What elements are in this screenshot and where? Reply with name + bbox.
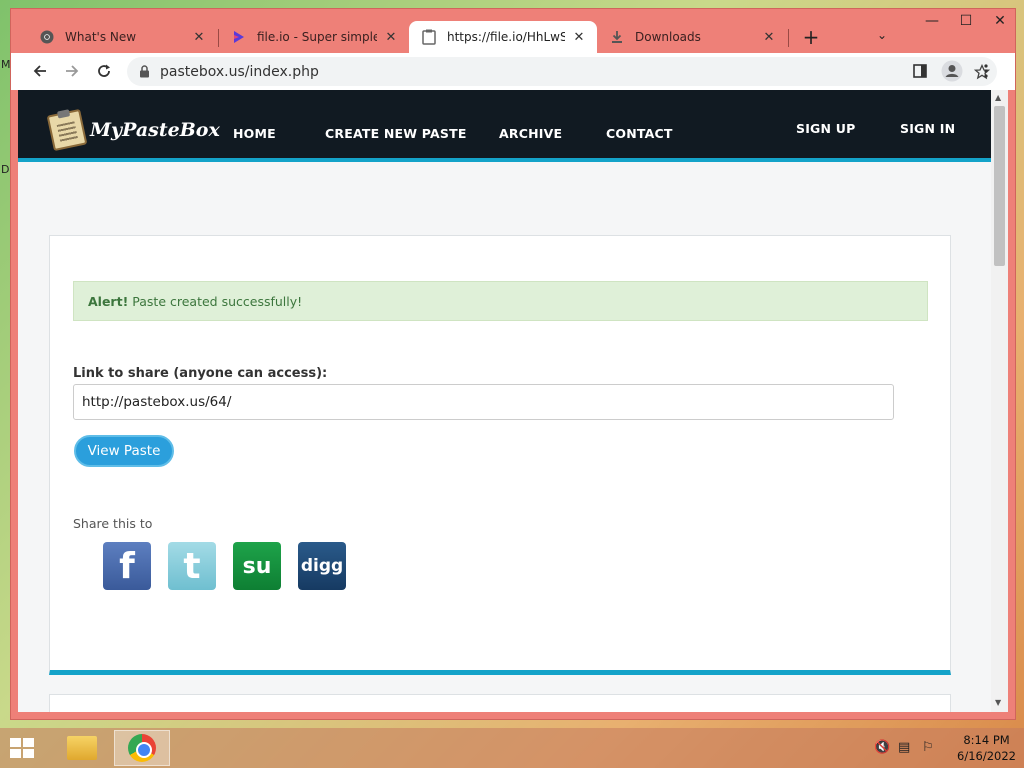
share-link-label: Link to share (anyone can access):	[73, 366, 328, 381]
twitter-share-icon[interactable]: t	[168, 542, 216, 590]
secondary-card	[49, 694, 951, 712]
close-tab-icon[interactable]: ✕	[571, 30, 587, 45]
side-panel-icon	[913, 64, 927, 78]
close-tab-icon[interactable]: ✕	[761, 30, 777, 45]
share-this-label: Share this to	[73, 516, 153, 531]
stumbleupon-share-icon[interactable]: su	[233, 542, 281, 590]
alert-message: Paste created successfully!	[132, 293, 303, 309]
nav-home[interactable]: HOME	[233, 126, 276, 141]
taskbar-clock[interactable]: 8:14 PM 6/16/2022	[957, 732, 1016, 764]
tab-title: Downloads	[635, 30, 701, 44]
nav-sign-up[interactable]: SIGN UP	[796, 121, 855, 136]
close-tab-icon[interactable]: ✕	[383, 30, 399, 45]
tab-downloads[interactable]: Downloads ✕	[597, 21, 787, 53]
tab-file-io-link[interactable]: https://file.io/HhLwSn8 ✕	[409, 21, 597, 53]
page-scrollbar[interactable]: ▲ ▼	[991, 90, 1008, 712]
nav-sign-in[interactable]: SIGN IN	[900, 121, 955, 136]
url-text: pastebox.us/index.php	[160, 63, 319, 80]
tab-search-button[interactable]: ⌄	[877, 28, 887, 42]
tab-file-io[interactable]: file.io - Super simple fil ✕	[219, 21, 409, 53]
chrome-icon	[39, 29, 55, 45]
tab-separator	[788, 29, 789, 47]
chrome-taskbar-button[interactable]	[114, 730, 170, 766]
nav-contact[interactable]: CONTACT	[606, 126, 673, 141]
chrome-menu-button[interactable]	[971, 56, 1001, 86]
minimize-button[interactable]: —	[915, 13, 949, 29]
tab-title: file.io - Super simple fil	[257, 30, 377, 44]
clock-time: 8:14 PM	[963, 733, 1010, 747]
page-viewport: MyPasteBox HOME CREATE NEW PASTE ARCHIVE…	[18, 90, 1008, 712]
tab-strip: What's New ✕ file.io - Super simple fil …	[11, 9, 1015, 53]
browser-window: What's New ✕ file.io - Super simple fil …	[10, 8, 1016, 720]
scroll-up-arrow-icon[interactable]: ▲	[995, 93, 1001, 102]
profile-avatar-icon	[941, 60, 963, 82]
clock-date: 6/16/2022	[957, 749, 1016, 763]
forward-button[interactable]	[57, 56, 87, 86]
nav-archive[interactable]: ARCHIVE	[499, 126, 562, 141]
clipboard-logo-icon	[46, 108, 88, 152]
tab-whats-new[interactable]: What's New ✕	[27, 21, 217, 53]
new-tab-button[interactable]: +	[799, 25, 823, 49]
profile-button[interactable]	[937, 56, 967, 86]
nav-create-new-paste[interactable]: CREATE NEW PASTE	[325, 126, 467, 141]
site-logo[interactable]: MyPasteBox	[46, 108, 220, 152]
volume-muted-icon[interactable]: 🔇	[874, 740, 890, 755]
view-paste-button[interactable]: View Paste	[74, 435, 174, 467]
address-bar[interactable]: pastebox.us/index.php	[127, 57, 997, 86]
reload-button[interactable]	[89, 56, 119, 86]
back-button[interactable]	[25, 56, 55, 86]
lock-icon	[140, 65, 149, 78]
scroll-down-arrow-icon[interactable]: ▼	[995, 698, 1001, 707]
clipboard-icon	[421, 29, 437, 45]
maximize-button[interactable]: ☐	[949, 13, 983, 29]
chrome-icon	[128, 734, 156, 762]
start-button-windows-icon[interactable]	[6, 734, 38, 762]
more-vert-icon	[984, 64, 988, 78]
reload-icon	[98, 64, 110, 77]
network-error-icon[interactable]: ⚐	[922, 740, 934, 755]
logo-text: MyPasteBox	[90, 119, 220, 141]
tab-title: What's New	[65, 30, 137, 44]
success-alert: Alert! Paste created successfully!	[73, 281, 928, 321]
folder-icon	[67, 736, 97, 760]
close-window-button[interactable]: ✕	[983, 13, 1017, 29]
windows-taskbar: 🔇 ▤ ⚐ 8:14 PM 6/16/2022	[0, 728, 1024, 768]
paste-result-card: Alert! Paste created successfully! Link …	[49, 235, 951, 675]
share-link-input[interactable]: http://pastebox.us/64/	[73, 384, 894, 420]
file-explorer-taskbar-button[interactable]	[54, 730, 110, 766]
desktop-icon-label-d: D	[1, 163, 10, 176]
download-icon	[609, 29, 625, 45]
close-tab-icon[interactable]: ✕	[191, 30, 207, 45]
facebook-share-icon[interactable]: f	[103, 542, 151, 590]
scroll-thumb[interactable]	[994, 106, 1005, 266]
delicious-share-icon[interactable]	[363, 542, 411, 590]
action-center-icon[interactable]: ▤	[898, 740, 910, 755]
tab-title: https://file.io/HhLwSn8	[447, 30, 565, 44]
forward-arrow-icon	[66, 65, 79, 77]
site-header: MyPasteBox HOME CREATE NEW PASTE ARCHIVE…	[18, 90, 991, 162]
fileio-icon	[231, 29, 247, 45]
back-arrow-icon	[33, 65, 46, 77]
digg-share-icon[interactable]: digg	[298, 542, 346, 590]
browser-toolbar: pastebox.us/index.php	[11, 53, 1015, 90]
side-panel-button[interactable]	[905, 56, 935, 86]
alert-strong: Alert!	[88, 293, 129, 309]
